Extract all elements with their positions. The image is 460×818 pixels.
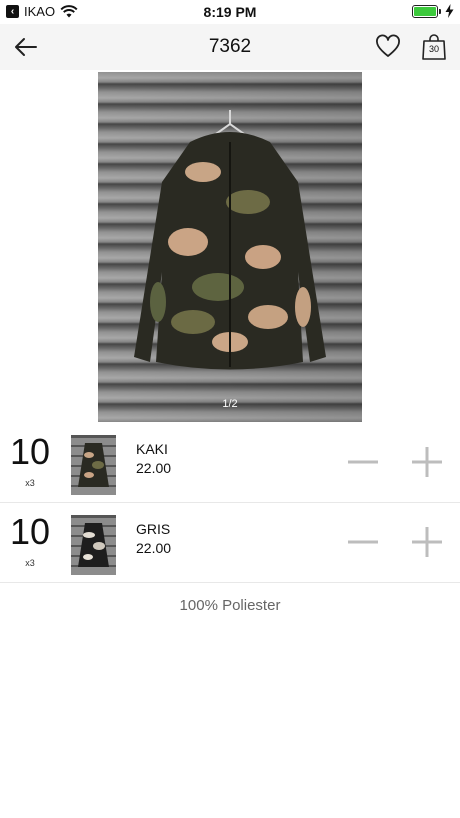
variant-quantity: 10 bbox=[9, 431, 51, 472]
variant-thumbnail bbox=[71, 515, 116, 575]
variant-row: 10 x3 GRIS 22.00 bbox=[0, 503, 460, 583]
decrease-quantity-button[interactable] bbox=[346, 445, 380, 479]
bag-count-badge: 30 bbox=[428, 44, 439, 54]
heart-icon[interactable] bbox=[375, 34, 401, 60]
product-image-carousel[interactable]: 1/2 bbox=[98, 72, 362, 422]
variant-thumbnail bbox=[71, 435, 116, 495]
image-pager: 1/2 bbox=[222, 398, 238, 410]
increase-quantity-button[interactable] bbox=[410, 525, 444, 559]
variant-multiplier: x3 bbox=[25, 558, 35, 568]
battery-icon bbox=[412, 4, 441, 18]
variant-price: 22.00 bbox=[136, 460, 172, 476]
variant-color: GRIS bbox=[136, 521, 171, 537]
status-bar-right bbox=[412, 4, 454, 18]
material-description: 100% Poliester bbox=[179, 597, 281, 614]
status-bar: ‹ IKAO 8:19 PM bbox=[0, 0, 460, 24]
increase-quantity-button[interactable] bbox=[410, 445, 444, 479]
variant-row: 10 x3 KAKI 22.00 bbox=[0, 423, 460, 503]
status-time: 8:19 PM bbox=[203, 4, 257, 20]
charging-bolt-icon bbox=[445, 4, 454, 18]
product-photo bbox=[134, 110, 326, 370]
variant-color: KAKI bbox=[136, 441, 168, 457]
variant-multiplier: x3 bbox=[25, 478, 35, 488]
decrease-quantity-button[interactable] bbox=[346, 525, 380, 559]
shopping-bag-button[interactable]: 30 bbox=[421, 33, 447, 61]
variant-price: 22.00 bbox=[136, 540, 172, 556]
variant-quantity: 10 bbox=[9, 511, 51, 552]
navigation-bar: 7362 30 bbox=[0, 24, 460, 70]
